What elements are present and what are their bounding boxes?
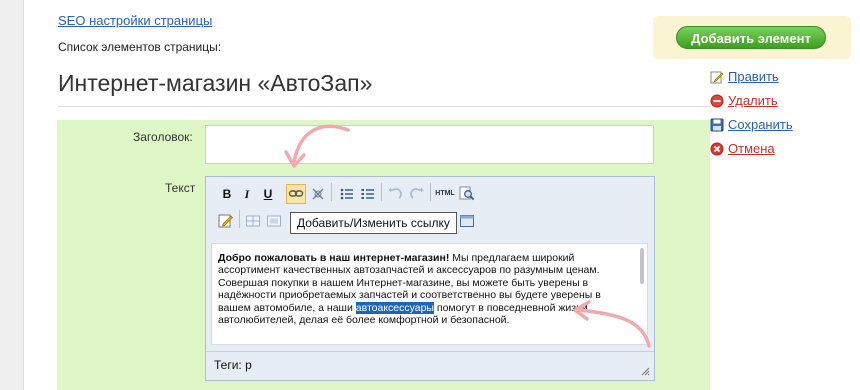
media-button[interactable] xyxy=(457,211,477,231)
toolbar-separator xyxy=(430,183,431,201)
edit-label: Править xyxy=(728,69,779,84)
resize-handle-icon[interactable] xyxy=(640,366,650,376)
edit-action[interactable]: Править xyxy=(710,66,840,90)
editor-status-path: Теги: p xyxy=(206,351,654,380)
undo-icon xyxy=(388,187,402,199)
bold-button[interactable]: B xyxy=(217,184,237,204)
unlink-icon xyxy=(312,188,324,200)
cancel-label: Отмена xyxy=(728,141,775,156)
numbered-list-button[interactable] xyxy=(358,184,378,204)
save-action[interactable]: Сохранить xyxy=(710,114,840,138)
link-tooltip: Добавить/Изменить ссылку xyxy=(290,212,457,234)
page-title: Интернет-магазин «АвтоЗап» xyxy=(58,70,373,96)
magnifier-icon xyxy=(459,186,475,201)
numbered-list-icon xyxy=(361,189,374,199)
toolbar-separator xyxy=(239,210,240,228)
table-button[interactable] xyxy=(243,211,263,231)
floppy-disk-icon xyxy=(710,118,724,132)
unlink-button[interactable] xyxy=(308,184,328,204)
table-icon xyxy=(246,215,260,227)
save-label: Сохранить xyxy=(728,117,793,132)
title-field-label: Заголовок: xyxy=(133,130,193,144)
element-actions: Править Удалить Сохранить Отмена xyxy=(710,66,840,162)
undo-button[interactable] xyxy=(385,184,405,204)
delete-label: Удалить xyxy=(728,93,778,108)
pencil-icon xyxy=(710,71,724,84)
frame-icon xyxy=(460,215,474,227)
toolbar-separator xyxy=(381,183,382,201)
redo-button[interactable] xyxy=(407,184,427,204)
cancel-action[interactable]: Отмена xyxy=(710,138,840,162)
delete-action[interactable]: Удалить xyxy=(710,90,840,114)
add-element-button[interactable]: Добавить элемент xyxy=(676,26,826,49)
divider xyxy=(58,106,710,107)
selected-text: автоаксессуары xyxy=(355,301,434,314)
content-scrollbar[interactable] xyxy=(640,248,644,284)
find-button[interactable] xyxy=(457,184,477,204)
html-source-button[interactable]: HTML xyxy=(434,184,456,204)
table-cell-icon xyxy=(267,215,281,227)
italic-button[interactable]: I xyxy=(237,184,257,204)
elements-list-title: Список элементов страницы: xyxy=(58,40,222,54)
seo-settings-link[interactable]: SEO настройки страницы xyxy=(58,13,212,28)
redo-icon xyxy=(410,187,424,199)
text-field-label: Текст xyxy=(165,181,196,195)
edit-document-icon xyxy=(218,214,233,228)
annotation-arrow-icon xyxy=(284,124,350,168)
link-button[interactable] xyxy=(286,184,306,204)
link-icon xyxy=(288,190,304,197)
content-intro-bold: Добро пожаловать в наш интернет-магазин! xyxy=(218,252,450,264)
delete-icon xyxy=(710,94,724,108)
bullet-list-button[interactable] xyxy=(337,184,357,204)
left-gutter xyxy=(0,0,24,390)
bullet-list-icon xyxy=(340,188,353,200)
annotation-arrow-icon xyxy=(573,300,651,348)
close-icon xyxy=(710,142,724,156)
toolbar-separator xyxy=(331,183,332,201)
table-cell-button[interactable] xyxy=(264,211,284,231)
title-input[interactable] xyxy=(205,125,654,164)
underline-button[interactable]: U xyxy=(258,184,278,204)
edit-style-button[interactable] xyxy=(216,211,236,231)
